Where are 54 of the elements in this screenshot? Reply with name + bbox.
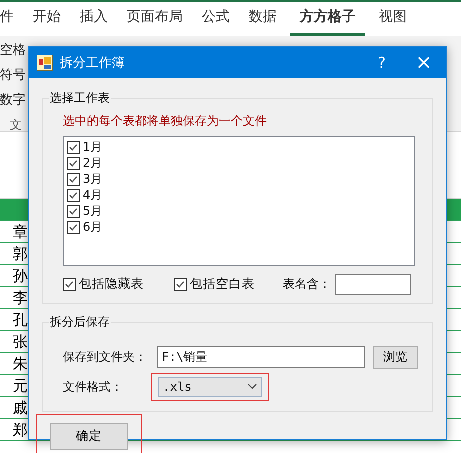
option-checkbox[interactable] bbox=[174, 278, 187, 290]
checkbox-label: 包括隐藏表 bbox=[79, 276, 144, 292]
sheet-checkbox[interactable] bbox=[67, 172, 80, 186]
checkbox-label: 1月 bbox=[83, 138, 103, 156]
table-cell-text: 章 bbox=[12, 222, 28, 242]
field-label: 表名含： bbox=[283, 276, 331, 292]
app-icon bbox=[37, 54, 53, 70]
sheet-checkbox[interactable] bbox=[67, 220, 80, 234]
table-cell-text: 张 bbox=[12, 332, 28, 352]
table-cell-text: 孔 bbox=[12, 310, 28, 330]
close-button[interactable]: × bbox=[402, 47, 446, 78]
table-cell-text: 戚 bbox=[12, 398, 28, 418]
table-cell-text: 孙 bbox=[12, 266, 28, 286]
checkbox-label: 4月 bbox=[83, 186, 103, 204]
hint-text: 选中的每个表都将单独保存为一个文件 bbox=[63, 113, 268, 130]
group-title: 拆分后保存 bbox=[49, 314, 111, 331]
table-cell-text: 李 bbox=[12, 288, 28, 308]
checkbox-label: 5月 bbox=[83, 202, 103, 220]
window-title: 拆分工作簿 bbox=[60, 54, 126, 72]
table-cell-text: 郭 bbox=[12, 244, 28, 264]
sheet-checkbox[interactable] bbox=[67, 140, 80, 154]
ribbon-tab[interactable]: 页面布局 bbox=[117, 2, 192, 36]
sheet-checkbox[interactable] bbox=[67, 188, 80, 202]
checkbox-label: 包括空白表 bbox=[190, 276, 255, 292]
folder-field[interactable]: F:\销量 bbox=[157, 346, 365, 368]
checkbox-label: 6月 bbox=[83, 218, 103, 236]
ribbon-tab[interactable]: 开始 bbox=[23, 2, 70, 36]
browse-button[interactable]: 浏览 bbox=[373, 346, 418, 368]
checkbox-label: 3月 bbox=[83, 170, 103, 188]
table-cell-text: 元 bbox=[12, 376, 28, 396]
sheet-checkbox[interactable] bbox=[67, 156, 80, 170]
table-cell-text: 郑 bbox=[12, 420, 28, 440]
help-button[interactable]: ? bbox=[362, 54, 402, 72]
ribbon-tab[interactable]: 件 bbox=[0, 2, 23, 36]
sheet-checkbox[interactable] bbox=[67, 204, 80, 218]
ok-button[interactable]: 确定 bbox=[50, 423, 128, 450]
ribbon-group-label: 文 bbox=[9, 117, 23, 134]
ribbon-command[interactable]: 数字 bbox=[0, 88, 26, 113]
table-cell-text: 朱 bbox=[12, 354, 28, 374]
sheet-list[interactable]: 1月 2月 3月 4月 5月 6月 bbox=[63, 136, 415, 266]
group-title: 选择工作表 bbox=[49, 90, 111, 107]
field-label: 保存到文件夹： bbox=[63, 348, 148, 366]
ribbon-tab[interactable]: 视图 bbox=[369, 2, 416, 36]
format-dropdown[interactable]: .xls bbox=[158, 377, 262, 397]
ribbon-tab[interactable]: 公式 bbox=[192, 2, 239, 36]
name-filter-field[interactable] bbox=[335, 274, 411, 294]
option-checkbox[interactable] bbox=[63, 278, 76, 290]
ribbon-command[interactable]: 空格 bbox=[0, 38, 26, 63]
chevron-down-icon bbox=[248, 384, 257, 390]
checkbox-label: 2月 bbox=[83, 154, 103, 172]
ribbon-tab[interactable]: 插入 bbox=[70, 2, 117, 36]
field-label: 文件格式： bbox=[63, 378, 124, 396]
ribbon-command[interactable]: 符号 bbox=[0, 63, 26, 88]
ribbon-tab[interactable]: 数据 bbox=[239, 2, 286, 36]
